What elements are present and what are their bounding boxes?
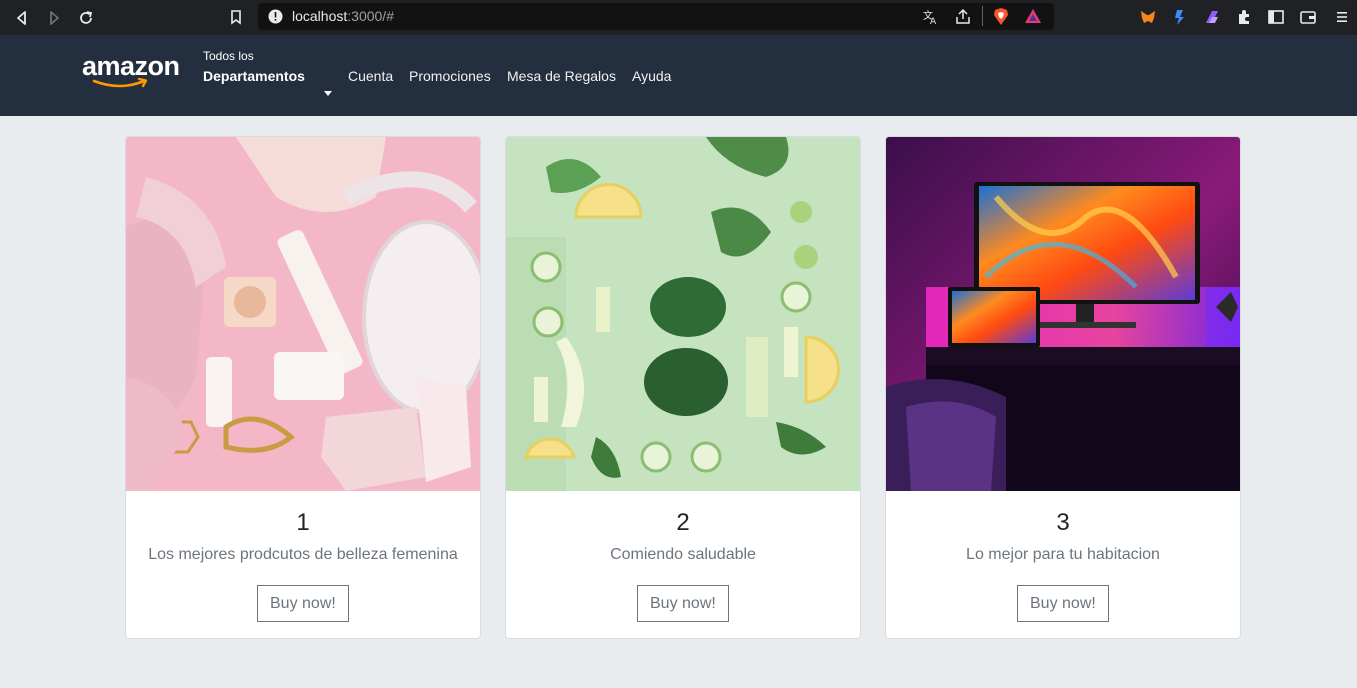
reload-icon[interactable] bbox=[75, 7, 97, 29]
sidebar-icon[interactable] bbox=[1266, 7, 1286, 27]
brave-shield-icon[interactable] bbox=[992, 7, 1010, 31]
caret-down-icon[interactable] bbox=[324, 91, 332, 96]
extensions-icon[interactable] bbox=[1234, 7, 1254, 27]
product-card: 1 Los mejores prodcutos de belleza femen… bbox=[125, 136, 481, 639]
buy-now-button[interactable]: Buy now! bbox=[257, 585, 349, 622]
beauty-products-image bbox=[126, 137, 480, 491]
forward-icon[interactable] bbox=[43, 7, 65, 29]
card-description: Comiendo saludable bbox=[610, 546, 756, 563]
product-card: 2 Comiendo saludable Buy now! bbox=[505, 136, 861, 639]
browser-toolbar: localhost:3000/# 文A bbox=[0, 0, 1357, 35]
amazon-logo[interactable]: amazon bbox=[82, 51, 186, 91]
card-number: 1 bbox=[296, 509, 310, 536]
site-navbar: amazon Todos los Departamentos Cuenta Pr… bbox=[0, 35, 1357, 116]
share-icon[interactable] bbox=[954, 8, 972, 31]
url-text: localhost:3000/# bbox=[292, 8, 394, 24]
wallet-icon[interactable] bbox=[1298, 7, 1318, 27]
smile-arrow-icon bbox=[92, 78, 148, 88]
divider bbox=[982, 6, 983, 26]
card-number: 2 bbox=[676, 509, 690, 536]
card-number: 3 bbox=[1056, 509, 1070, 536]
buy-now-button[interactable]: Buy now! bbox=[1017, 585, 1109, 622]
svg-text:A: A bbox=[930, 17, 937, 26]
departments-dropdown[interactable]: Todos los Departamentos bbox=[203, 49, 305, 84]
extension-blue-icon[interactable] bbox=[1170, 7, 1190, 27]
nav-link-promociones[interactable]: Promociones bbox=[409, 68, 491, 84]
translate-icon[interactable]: 文A bbox=[922, 8, 940, 31]
back-icon[interactable] bbox=[11, 7, 33, 29]
card-description: Lo mejor para tu habitacion bbox=[966, 546, 1160, 563]
healthy-food-image bbox=[506, 137, 860, 491]
metamask-icon[interactable] bbox=[1138, 7, 1158, 27]
menu-icon[interactable] bbox=[1332, 7, 1352, 27]
nav-link-mesa-de-regalos[interactable]: Mesa de Regalos bbox=[507, 68, 616, 84]
bookmark-icon[interactable] bbox=[226, 7, 246, 27]
buy-now-button[interactable]: Buy now! bbox=[637, 585, 729, 622]
nav-link-cuenta[interactable]: Cuenta bbox=[348, 68, 393, 84]
brave-rewards-icon[interactable] bbox=[1024, 7, 1042, 30]
address-bar[interactable]: localhost:3000/# 文A bbox=[258, 3, 1054, 30]
site-info-icon[interactable] bbox=[268, 9, 283, 29]
departments-small-label: Todos los bbox=[203, 49, 254, 63]
extension-purple-icon[interactable] bbox=[1202, 7, 1222, 27]
product-card: 3 Lo mejor para tu habitacion Buy now! bbox=[885, 136, 1241, 639]
departments-label: Departamentos bbox=[203, 68, 305, 84]
room-setup-image bbox=[886, 137, 1240, 491]
card-description: Los mejores prodcutos de belleza femenin… bbox=[148, 546, 458, 563]
nav-link-ayuda[interactable]: Ayuda bbox=[632, 68, 671, 84]
